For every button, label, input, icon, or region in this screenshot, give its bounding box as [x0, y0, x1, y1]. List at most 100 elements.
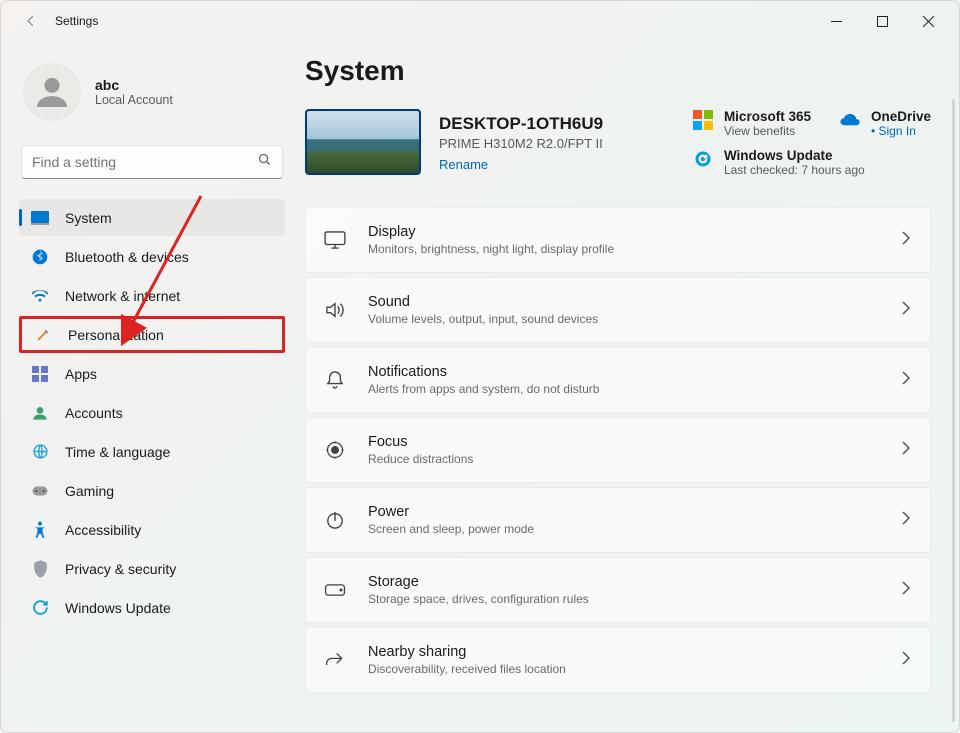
- shield-icon: [31, 560, 49, 578]
- setting-item-display[interactable]: Display Monitors, brightness, night ligh…: [305, 207, 931, 273]
- sidebar-item-accessibility[interactable]: Accessibility: [19, 511, 285, 548]
- globe-clock-icon: [31, 443, 49, 461]
- title-bar: Settings: [1, 1, 959, 41]
- sidebar-item-label: Time & language: [65, 444, 170, 460]
- sidebar-item-label: Apps: [65, 366, 97, 382]
- chevron-right-icon: [902, 651, 910, 670]
- bluetooth-icon: [31, 248, 49, 266]
- scrollbar[interactable]: [952, 99, 955, 722]
- system-hero: DESKTOP-1OTH6U9 PRIME H310M2 R2.0/FPT II…: [305, 109, 931, 177]
- power-icon: [324, 509, 346, 531]
- update-icon: [692, 148, 714, 170]
- back-button[interactable]: [21, 11, 41, 31]
- sidebar-item-label: Network & internet: [65, 288, 180, 304]
- bell-icon: [324, 369, 346, 391]
- hero-card-subtitle: Sign In: [871, 124, 931, 138]
- sound-icon: [324, 299, 346, 321]
- display-icon: [324, 229, 346, 251]
- accessibility-icon: [31, 521, 49, 539]
- onedrive-icon: [839, 109, 861, 131]
- hero-card-onedrive[interactable]: OneDrive Sign In: [839, 109, 931, 138]
- user-name: abc: [95, 77, 173, 93]
- chevron-right-icon: [902, 231, 910, 250]
- window-title: Settings: [55, 14, 98, 28]
- share-icon: [324, 649, 346, 671]
- close-button[interactable]: [905, 5, 951, 37]
- setting-subtitle: Screen and sleep, power mode: [368, 522, 534, 536]
- nav-list: System Bluetooth & devices Network & int…: [19, 199, 285, 626]
- sidebar-item-label: Bluetooth & devices: [65, 249, 189, 265]
- sidebar-item-label: Privacy & security: [65, 561, 176, 577]
- setting-title: Storage: [368, 574, 589, 590]
- setting-subtitle: Discoverability, received files location: [368, 662, 566, 676]
- sidebar-item-label: Gaming: [65, 483, 114, 499]
- setting-item-power[interactable]: Power Screen and sleep, power mode: [305, 487, 931, 553]
- setting-title: Focus: [368, 434, 473, 450]
- setting-item-notifications[interactable]: Notifications Alerts from apps and syste…: [305, 347, 931, 413]
- search-icon: [257, 152, 272, 172]
- focus-icon: [324, 439, 346, 461]
- gamepad-icon: [31, 482, 49, 500]
- chevron-right-icon: [902, 441, 910, 460]
- hero-card-m365[interactable]: Microsoft 365 View benefits: [692, 109, 811, 138]
- setting-item-sound[interactable]: Sound Volume levels, output, input, soun…: [305, 277, 931, 343]
- setting-item-storage[interactable]: Storage Storage space, drives, configura…: [305, 557, 931, 623]
- sidebar-item-label: Accounts: [65, 405, 123, 421]
- setting-subtitle: Monitors, brightness, night light, displ…: [368, 242, 614, 256]
- settings-list: Display Monitors, brightness, night ligh…: [305, 207, 931, 693]
- chevron-right-icon: [902, 581, 910, 600]
- user-account-row[interactable]: abc Local Account: [19, 51, 285, 139]
- sidebar-item-update[interactable]: Windows Update: [19, 589, 285, 626]
- setting-subtitle: Volume levels, output, input, sound devi…: [368, 312, 598, 326]
- main-content: System DESKTOP-1OTH6U9 PRIME H310M2 R2.0…: [301, 41, 959, 732]
- setting-subtitle: Reduce distractions: [368, 452, 473, 466]
- chevron-right-icon: [902, 301, 910, 320]
- setting-title: Power: [368, 504, 534, 520]
- person-icon: [31, 404, 49, 422]
- setting-item-focus[interactable]: Focus Reduce distractions: [305, 417, 931, 483]
- sidebar-item-label: Personalization: [68, 327, 164, 343]
- rename-link[interactable]: Rename: [439, 157, 603, 172]
- maximize-button[interactable]: [859, 5, 905, 37]
- sidebar-item-system[interactable]: System: [19, 199, 285, 236]
- setting-subtitle: Alerts from apps and system, do not dist…: [368, 382, 599, 396]
- search-input[interactable]: [32, 154, 257, 170]
- hero-card-title: Windows Update: [724, 148, 865, 163]
- sidebar-item-apps[interactable]: Apps: [19, 355, 285, 392]
- page-title: System: [305, 55, 931, 87]
- hero-card-title: Microsoft 365: [724, 109, 811, 124]
- hero-card-title: OneDrive: [871, 109, 931, 124]
- user-subtitle: Local Account: [95, 93, 173, 107]
- apps-icon: [31, 365, 49, 383]
- sidebar-item-privacy[interactable]: Privacy & security: [19, 550, 285, 587]
- system-icon: [31, 209, 49, 227]
- sidebar-item-accounts[interactable]: Accounts: [19, 394, 285, 431]
- setting-title: Display: [368, 224, 614, 240]
- setting-title: Nearby sharing: [368, 644, 566, 660]
- sidebar-item-label: Accessibility: [65, 522, 141, 538]
- sidebar-item-bluetooth[interactable]: Bluetooth & devices: [19, 238, 285, 275]
- sidebar: abc Local Account System Bluetooth & dev…: [1, 41, 301, 732]
- update-icon: [31, 599, 49, 617]
- device-name: DESKTOP-1OTH6U9: [439, 114, 603, 134]
- sidebar-item-personalization[interactable]: Personalization: [19, 316, 285, 353]
- minimize-button[interactable]: [813, 5, 859, 37]
- chevron-right-icon: [902, 371, 910, 390]
- hero-card-update[interactable]: Windows Update Last checked: 7 hours ago: [692, 148, 931, 177]
- hero-card-subtitle: Last checked: 7 hours ago: [724, 163, 865, 177]
- hero-card-subtitle: View benefits: [724, 124, 811, 138]
- setting-subtitle: Storage space, drives, configuration rul…: [368, 592, 589, 606]
- wifi-icon: [31, 287, 49, 305]
- wallpaper-thumbnail[interactable]: [305, 109, 421, 175]
- brush-icon: [34, 326, 52, 344]
- drive-icon: [324, 579, 346, 601]
- setting-item-nearby-sharing[interactable]: Nearby sharing Discoverability, received…: [305, 627, 931, 693]
- avatar: [23, 63, 81, 121]
- sidebar-item-time-language[interactable]: Time & language: [19, 433, 285, 470]
- m365-icon: [692, 109, 714, 131]
- sidebar-item-label: System: [65, 210, 112, 226]
- sidebar-item-label: Windows Update: [65, 600, 171, 616]
- sidebar-item-gaming[interactable]: Gaming: [19, 472, 285, 509]
- sidebar-item-network[interactable]: Network & internet: [19, 277, 285, 314]
- search-input-wrap[interactable]: [21, 145, 283, 179]
